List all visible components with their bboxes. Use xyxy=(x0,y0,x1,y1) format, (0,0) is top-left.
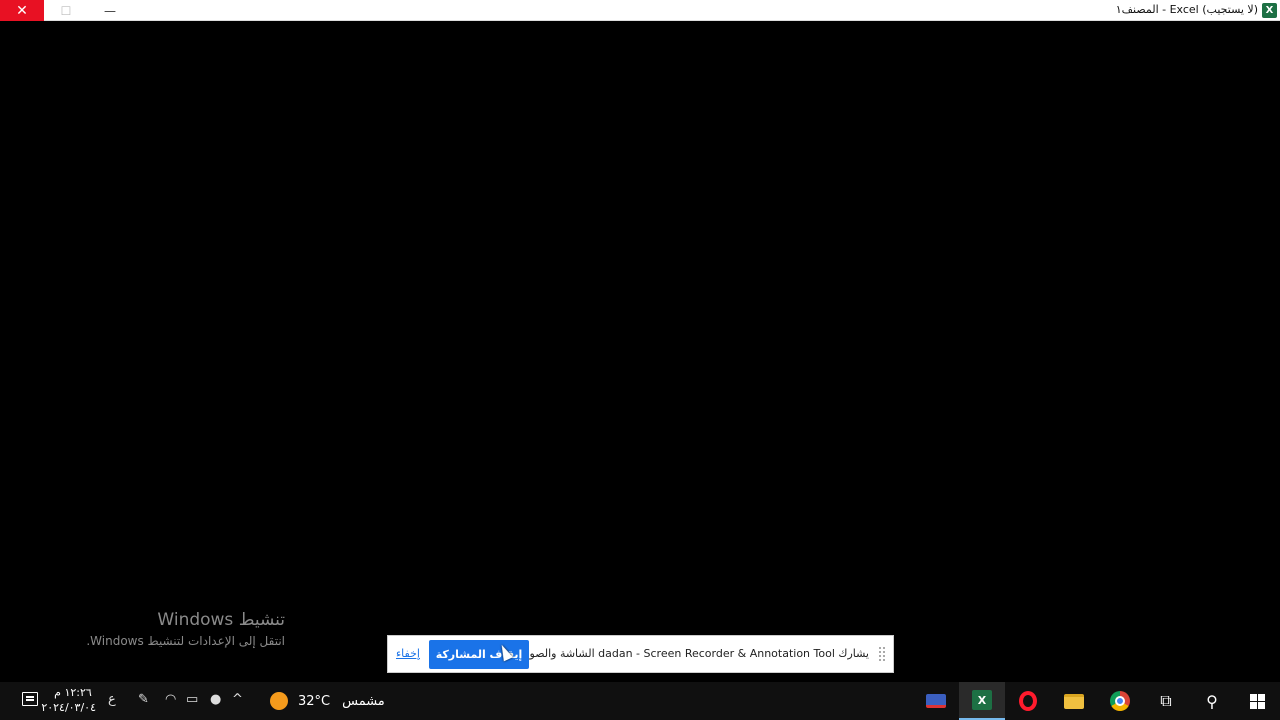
taskbar: ١٢:٢٦ م ٢٠٢٤/٠٣/٠٤ ع ✎ ◠ ▭ ● ^ 32°C مشمس… xyxy=(0,682,1280,720)
weather-temp: 32°C xyxy=(298,693,331,709)
windows-start-icon xyxy=(1249,693,1265,709)
task-view-icon: ⧉ xyxy=(1160,691,1172,710)
hide-link[interactable]: إخفاء xyxy=(396,647,420,660)
watermark-title: تنشيط Windows xyxy=(157,610,285,630)
weather-condition: مشمس xyxy=(342,693,385,709)
show-hidden-icons-chevron-icon[interactable]: ^ xyxy=(232,692,243,707)
screen-recorder-icon xyxy=(926,694,946,708)
clock-time: ١٢:٢٦ م xyxy=(54,686,92,699)
close-icon: ✕ xyxy=(16,2,28,19)
file-explorer-icon xyxy=(1064,693,1084,709)
maximize-icon: ☐ xyxy=(60,3,72,18)
share-message: يشارك dadan - Screen Recorder & Annotati… xyxy=(515,647,869,660)
excel-app[interactable]: X xyxy=(959,682,1005,720)
window-title-bar: ✕ ☐ — (لا يستجيب) Excel - المصنف١ X xyxy=(0,0,1280,21)
drag-handle-icon[interactable] xyxy=(879,647,885,661)
minimize-icon: — xyxy=(104,3,116,18)
start-button[interactable] xyxy=(1234,682,1280,720)
opera-app[interactable] xyxy=(1005,682,1051,720)
taskbar-clock[interactable]: ١٢:٢٦ م ٢٠٢٤/٠٣/٠٤ xyxy=(41,685,96,715)
close-button[interactable]: ✕ xyxy=(0,0,44,21)
opera-icon xyxy=(1019,691,1037,711)
activate-windows-watermark: تنشيط Windows انتقل إلى الإعدادات لتنشيط… xyxy=(86,610,285,648)
maximize-button[interactable]: ☐ xyxy=(44,0,88,21)
excel-icon: X xyxy=(1262,3,1277,18)
task-view-button[interactable]: ⧉ xyxy=(1143,682,1189,720)
wifi-icon[interactable]: ◠ xyxy=(165,692,176,707)
minimize-button[interactable]: — xyxy=(88,0,132,21)
window-title: (لا يستجيب) Excel - المصنف١ xyxy=(1115,3,1258,16)
weather-widget[interactable]: 32°C مشمس xyxy=(270,682,385,720)
screen-share-bar: يشارك dadan - Screen Recorder & Annotati… xyxy=(387,635,894,673)
search-button[interactable]: ⚲ xyxy=(1189,682,1235,720)
stop-sharing-button[interactable]: إيقاف المشاركة xyxy=(429,640,529,669)
clock-date: ٢٠٢٤/٠٣/٠٤ xyxy=(41,701,96,714)
watermark-subtitle: انتقل إلى الإعدادات لتنشيط Windows. xyxy=(86,634,285,648)
notification-center-icon[interactable] xyxy=(22,692,38,706)
chrome-app[interactable] xyxy=(1097,682,1143,720)
search-icon: ⚲ xyxy=(1206,691,1218,711)
language-indicator[interactable]: ع xyxy=(108,692,116,707)
battery-icon[interactable]: ▭ xyxy=(186,692,198,707)
sun-icon xyxy=(270,692,288,710)
chrome-icon xyxy=(1110,691,1130,711)
file-explorer-app[interactable] xyxy=(1051,682,1097,720)
screen-recorder-app[interactable] xyxy=(913,682,959,720)
excel-icon: X xyxy=(972,690,992,710)
microphone-icon[interactable]: ● xyxy=(210,692,221,707)
pen-icon[interactable]: ✎ xyxy=(138,692,149,707)
